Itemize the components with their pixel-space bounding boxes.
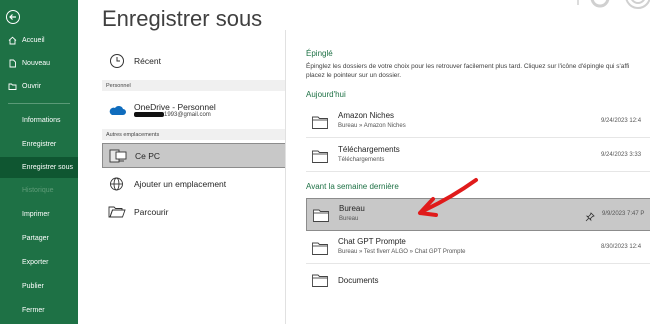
- folder-date: 9/9/2023 7:47 P: [602, 211, 645, 217]
- nav-publier-label: Publier: [22, 283, 44, 290]
- nav-fermer-label: Fermer: [22, 307, 45, 314]
- onedrive-email: 1993@gmail.com: [134, 111, 216, 119]
- nav-nouveau-label: Nouveau: [22, 60, 51, 67]
- group-title-today: Aujourd'hui: [306, 90, 346, 99]
- home-icon: [8, 36, 17, 45]
- folder-path: Bureau » Amazon Niches: [338, 123, 406, 129]
- location-add-label: Ajouter un emplacement: [134, 179, 227, 189]
- nav-partager-label: Partager: [22, 235, 49, 242]
- location-onedrive-label: OneDrive - Personnel: [134, 101, 216, 112]
- nav-informations[interactable]: Informations: [0, 110, 78, 131]
- group-title-pinned: Épinglé: [306, 49, 333, 58]
- nav-imprimer-label: Imprimer: [22, 211, 50, 218]
- computer-icon: [107, 146, 129, 166]
- nav-enregistrer-sous[interactable]: Enregistrer sous: [0, 157, 78, 178]
- folder-date: 9/24/2023 12:4: [601, 118, 642, 124]
- folder-icon: [312, 242, 328, 255]
- pinned-hint-line-2: placez le pointeur sur un dossier.: [306, 72, 402, 79]
- folder-icon: [312, 150, 328, 163]
- nav-accueil-label: Accueil: [22, 37, 45, 44]
- folder-name: Téléchargements: [338, 145, 400, 154]
- nav-ouvrir-label: Ouvrir: [22, 83, 42, 90]
- nav-enregistrer[interactable]: Enregistrer: [0, 134, 78, 155]
- nav-nouveau[interactable]: Nouveau: [0, 53, 78, 74]
- folder-path: Bureau » Test fiverr ALGO » Chat GPT Pro…: [338, 249, 466, 255]
- onedrive-email-suffix: 1993@gmail.com: [164, 112, 211, 119]
- globe-add-icon: [106, 174, 128, 194]
- folder-icon: [312, 116, 328, 129]
- folder-row[interactable]: Chat GPT Prompte Bureau » Test fiverr AL…: [306, 232, 650, 264]
- nav-fermer[interactable]: Fermer: [0, 300, 78, 321]
- nav-imprimer[interactable]: Imprimer: [0, 204, 78, 225]
- page-title: Enregistrer sous: [102, 6, 263, 31]
- folder-date: 8/30/2023 12:4: [601, 244, 642, 250]
- nav-enregistrer-label: Enregistrer: [22, 141, 57, 148]
- nav-exporter-label: Exporter: [22, 259, 49, 266]
- folder-icon: [313, 209, 329, 222]
- section-autres-emplacements: Autres emplacements: [102, 129, 286, 140]
- section-personnel: Personnel: [102, 80, 286, 91]
- back-arrow-icon[interactable]: [6, 10, 20, 24]
- location-recent[interactable]: Récent: [102, 50, 286, 72]
- folder-path: Téléchargements: [338, 157, 385, 163]
- folder-name: Documents: [338, 276, 379, 285]
- nav-ouvrir[interactable]: Ouvrir: [0, 76, 78, 97]
- nav-historique: Historique: [0, 180, 78, 201]
- nav-partager[interactable]: Partager: [0, 228, 78, 249]
- folder-row[interactable]: Amazon Niches Bureau » Amazon Niches 9/2…: [306, 106, 650, 138]
- nav-publier[interactable]: Publier: [0, 276, 78, 297]
- location-add[interactable]: Ajouter un emplacement: [102, 173, 286, 195]
- folder-name: Chat GPT Prompte: [338, 237, 406, 246]
- group-title-last-week: Avant la semaine dernière: [306, 182, 399, 191]
- folder-name: Bureau: [339, 204, 365, 213]
- backstage-nav: Accueil Nouveau Ouvrir Informations Enre…: [0, 0, 78, 324]
- new-document-icon: [8, 59, 17, 68]
- column-divider: [285, 30, 286, 324]
- open-folder-icon: [106, 202, 128, 222]
- nav-historique-label: Historique: [22, 187, 54, 194]
- onedrive-cloud-icon: [106, 100, 128, 120]
- folder-path: Bureau: [339, 216, 359, 222]
- redacted-email-mark: [134, 111, 164, 117]
- folder-row[interactable]: Documents: [306, 265, 650, 297]
- location-ce-pc[interactable]: Ce PC: [102, 143, 286, 168]
- nav-enregistrer-sous-label: Enregistrer sous: [22, 164, 73, 171]
- folder-date: 9/24/2023 3:33: [601, 152, 642, 158]
- folder-icon: [312, 274, 328, 287]
- pin-icon[interactable]: [585, 209, 595, 222]
- nav-exporter[interactable]: Exporter: [0, 252, 78, 273]
- location-parcourir[interactable]: Parcourir: [102, 201, 286, 223]
- folder-name: Amazon Niches: [338, 111, 395, 120]
- location-onedrive[interactable]: OneDrive - Personnel 1993@gmail.com: [102, 96, 286, 124]
- folder-row[interactable]: Téléchargements Téléchargements 9/24/202…: [306, 140, 650, 172]
- folder-row-selected[interactable]: Bureau Bureau 9/9/2023 7:47 P: [306, 198, 650, 231]
- location-parcourir-label: Parcourir: [134, 207, 169, 217]
- clock-icon: [106, 51, 128, 71]
- header-decoration-icon: [570, 0, 650, 20]
- pinned-hint-line-1: Épinglez les dossiers de votre choix pou…: [306, 63, 630, 70]
- location-recent-label: Récent: [134, 56, 161, 66]
- location-ce-pc-label: Ce PC: [135, 150, 161, 161]
- open-folder-icon: [8, 82, 17, 91]
- nav-accueil[interactable]: Accueil: [0, 30, 78, 51]
- nav-divider: [8, 103, 70, 104]
- nav-informations-label: Informations: [22, 117, 61, 124]
- pinned-hint: Épinglez les dossiers de votre choix pou…: [306, 62, 650, 80]
